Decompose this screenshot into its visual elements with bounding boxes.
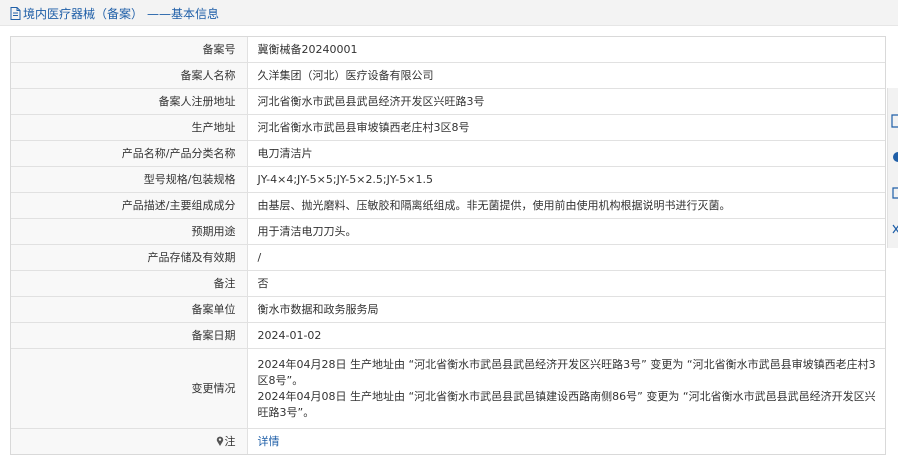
row-value: 河北省衡水市武邑县审坡镇西老庄村3区8号 <box>247 114 885 141</box>
row-label: 预期用途 <box>11 218 248 245</box>
row-label: 产品名称/产品分类名称 <box>11 140 248 167</box>
info-table: 备案号 冀衡械备20240001 备案人名称 久洋集团（河北）医疗设备有限公司 备案人注… <box>11 37 885 454</box>
table-row: 生产地址 河北省衡水市武邑县审坡镇西老庄村3区8号 <box>11 114 885 141</box>
document-icon[interactable] <box>891 114 898 128</box>
tag-icon[interactable] <box>891 186 898 200</box>
table-row: 备案日期 2024-01-02 <box>11 322 885 349</box>
change-entry: 2024年04月08日 生产地址由 “河北省衡水市武邑县武邑镇建设西路南侧86号… <box>257 389 876 419</box>
change-history-row: 变更情况 2024年04月28日 生产地址由 “河北省衡水市武邑县武邑经济开发区兴… <box>11 348 885 429</box>
document-icon <box>10 7 21 20</box>
row-value: 电刀清洁片 <box>247 140 885 167</box>
row-label: 备案单位 <box>11 296 248 323</box>
row-label: 产品描述/主要组成成分 <box>11 192 248 219</box>
change-history-value: 2024年04月28日 生产地址由 “河北省衡水市武邑县武邑经济开发区兴旺路3号… <box>247 348 885 429</box>
change-entry: 2024年04月28日 生产地址由 “河北省衡水市武邑县武邑经济开发区兴旺路3号… <box>257 357 876 387</box>
note-value: 详情 <box>247 429 885 455</box>
row-label: 备案日期 <box>11 322 248 349</box>
breadcrumb: 境内医疗器械（备案） —— 基本信息 <box>10 5 219 22</box>
table-row: 产品描述/主要组成成分 由基层、抛光磨料、压敏胶和隔离纸组成。非无菌提供，使用前由… <box>11 192 885 219</box>
table-row: 备案人名称 久洋集团（河北）医疗设备有限公司 <box>11 62 885 89</box>
location-pin-icon <box>216 436 223 446</box>
row-label: 备案号 <box>11 37 248 63</box>
title-separator: —— <box>147 6 172 21</box>
table-row: 备案号 冀衡械备20240001 <box>11 37 885 63</box>
table-row: 产品存储及有效期 / <box>11 244 885 271</box>
table-row: 预期用途 用于清洁电刀刀头。 <box>11 218 885 245</box>
row-label: 备案人名称 <box>11 62 248 89</box>
row-value: / <box>247 244 885 271</box>
row-value: 衡水市数据和政务服务局 <box>247 296 885 323</box>
row-value: 冀衡械备20240001 <box>247 37 885 63</box>
row-label: 型号规格/包装规格 <box>11 166 248 193</box>
table-row: 备案人注册地址 河北省衡水市武邑县武邑经济开发区兴旺路3号 <box>11 88 885 115</box>
row-value: 河北省衡水市武邑县武邑经济开发区兴旺路3号 <box>247 88 885 115</box>
row-value: 用于清洁电刀刀头。 <box>247 218 885 245</box>
table-row: 备注否 <box>11 270 885 297</box>
side-toolbar[interactable] <box>887 88 898 248</box>
note-label-cell: 注 <box>11 428 248 454</box>
note-label: 注 <box>224 434 236 448</box>
page-subtitle: 基本信息 <box>171 7 220 21</box>
circle-icon[interactable] <box>891 150 898 164</box>
change-history-label: 变更情况 <box>11 348 248 429</box>
info-panel: 备案号 冀衡械备20240001 备案人名称 久洋集团（河北）医疗设备有限公司 备案人注… <box>10 36 886 455</box>
row-label: 生产地址 <box>11 114 248 141</box>
table-row: 产品名称/产品分类名称 电刀清洁片 <box>11 140 885 167</box>
page-title: 境内医疗器械（备案） <box>23 7 144 21</box>
row-label: 备案人注册地址 <box>11 88 248 115</box>
row-value: 2024-01-02 <box>247 322 885 349</box>
row-value: JY-4×4;JY-5×5;JY-5×2.5;JY-5×1.5 <box>247 166 885 193</box>
close-icon[interactable] <box>891 222 898 236</box>
details-link[interactable]: 详情 <box>258 435 280 448</box>
row-value: 久洋集团（河北）医疗设备有限公司 <box>247 62 885 89</box>
row-label: 产品存储及有效期 <box>11 244 248 271</box>
note-row: 注 详情 <box>11 428 885 455</box>
page-header: 境内医疗器械（备案） —— 基本信息 <box>0 0 898 26</box>
row-value: 由基层、抛光磨料、压敏胶和隔离纸组成。非无菌提供，使用前由使用机构根据说明书进行… <box>247 192 885 219</box>
row-label: 备注 <box>11 270 248 297</box>
table-row: 型号规格/包装规格 JY-4×4;JY-5×5;JY-5×2.5;JY-5×1.5 <box>11 166 885 193</box>
table-row: 备案单位 衡水市数据和政务服务局 <box>11 296 885 323</box>
row-value: 否 <box>247 270 885 297</box>
